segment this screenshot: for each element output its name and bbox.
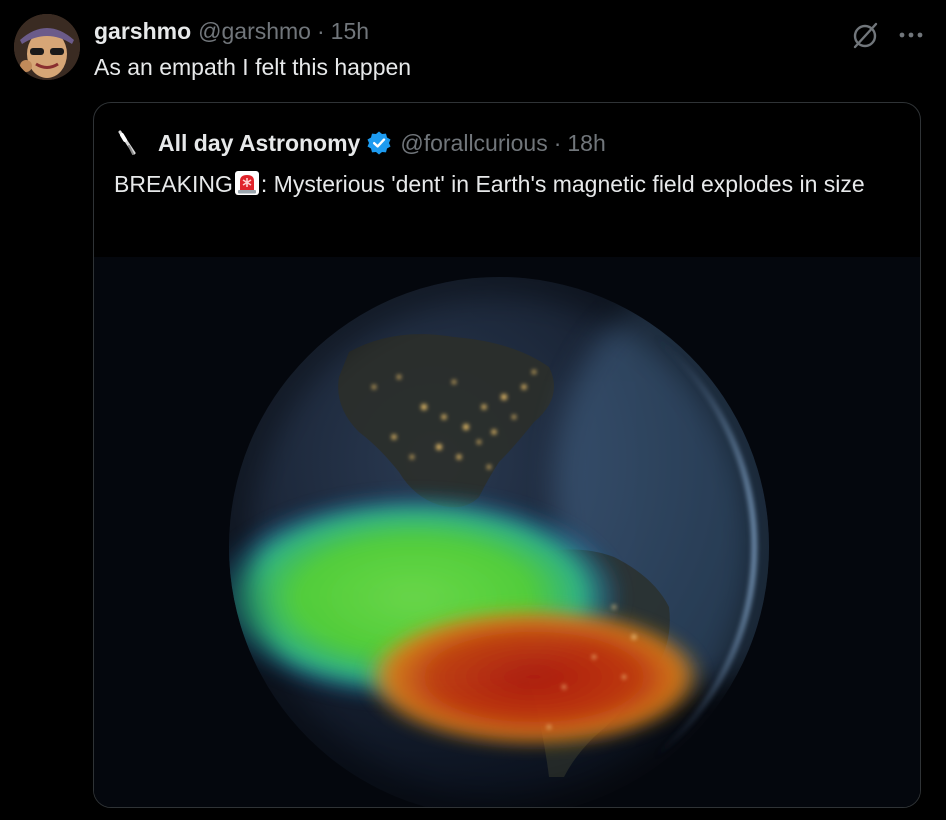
- more-icon: [899, 32, 923, 38]
- quote-author-name[interactable]: All day Astronomy: [158, 130, 360, 157]
- separator-dot: ·: [316, 18, 325, 44]
- quote-author-handle[interactable]: @forallcurious: [400, 130, 547, 157]
- tweet-actions-top: [850, 20, 924, 50]
- grok-button[interactable]: [850, 20, 880, 50]
- quote-media[interactable]: [94, 257, 920, 807]
- verified-badge-icon: [367, 131, 391, 155]
- verified-badge: [366, 130, 392, 156]
- quote-text: BREAKING : Mysterious 'dent' in Earth's …: [114, 169, 894, 200]
- quote-text-suffix: : Mysterious 'dent' in Earth's magnetic …: [260, 171, 865, 197]
- author-name[interactable]: garshmo: [94, 18, 191, 45]
- quote-time[interactable]: 18h: [567, 130, 605, 157]
- tweet-text: As an empath I felt this happen: [94, 54, 412, 80]
- earth-image: [94, 257, 920, 807]
- quote-author-avatar[interactable]: [114, 129, 142, 157]
- author-avatar[interactable]: [14, 14, 80, 80]
- quote-tweet-card[interactable]: All day Astronomy @forallcurious · 18h B…: [93, 102, 921, 808]
- quote-header: All day Astronomy @forallcurious · 18h: [114, 127, 606, 159]
- tweet-header: garshmo @garshmo · 15h: [94, 18, 369, 48]
- siren-emoji-icon: [234, 171, 259, 195]
- quote-text-prefix: BREAKING: [114, 171, 233, 197]
- tweet-time[interactable]: 15h: [331, 18, 369, 45]
- telescope-icon: [118, 130, 136, 155]
- author-handle[interactable]: @garshmo: [198, 18, 311, 45]
- quote-separator-dot: ·: [553, 129, 562, 156]
- tweet: garshmo @garshmo · 15h As an empath I fe…: [0, 0, 946, 820]
- more-button[interactable]: [898, 30, 924, 40]
- slash-circle-icon: [853, 22, 878, 49]
